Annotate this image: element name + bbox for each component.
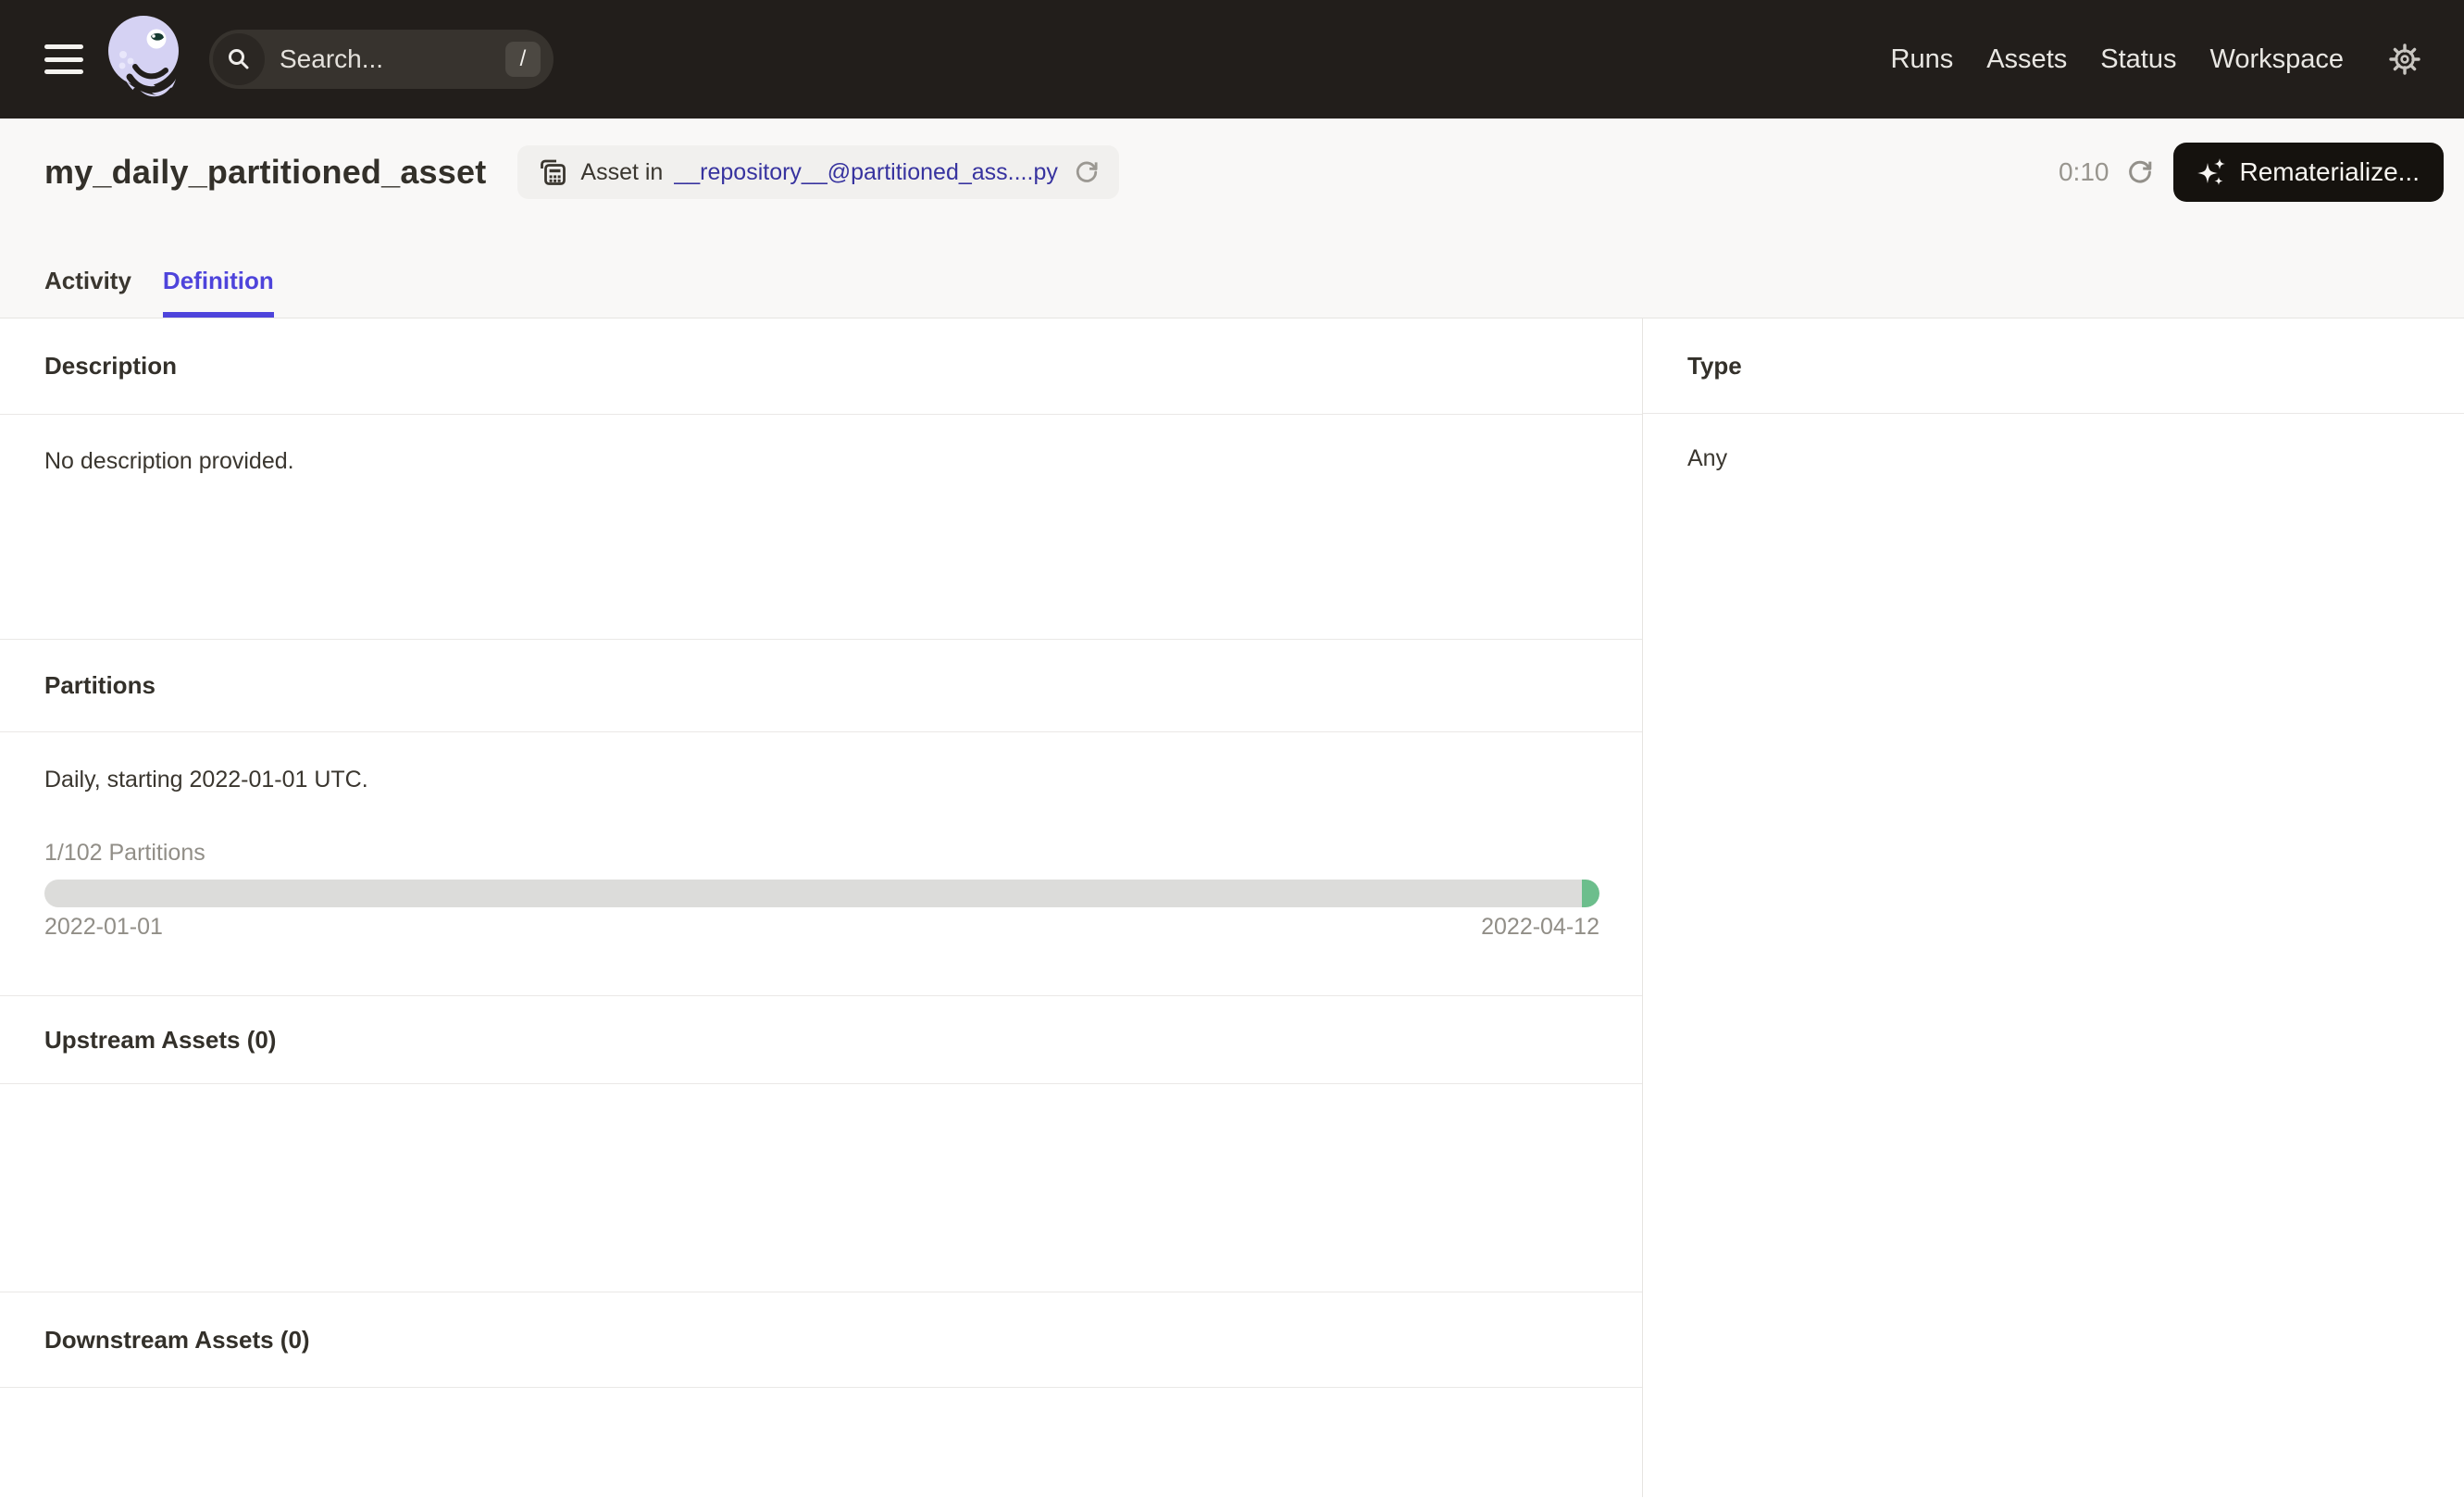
hamburger-menu-icon[interactable] [44, 44, 83, 75]
downstream-assets-body [0, 1388, 1642, 1498]
refresh-countdown: 0:10 [2059, 157, 2109, 187]
partitions-heading: Partitions [0, 640, 1642, 732]
top-navbar: / Runs Assets Status Workspace [0, 0, 2464, 119]
page-header: my_daily_partitioned_asset [0, 119, 2464, 318]
rematerialize-label: Rematerialize... [2239, 157, 2420, 187]
page-title: my_daily_partitioned_asset [44, 153, 486, 192]
sparkles-icon [2197, 157, 2227, 187]
asset-location-badge: Asset in __repository__@partitioned_ass.… [517, 145, 1118, 199]
partition-count-label: 1/102 Partitions [44, 840, 1599, 867]
asset-in-label: Asset in [580, 159, 663, 186]
reload-location-icon[interactable] [1073, 158, 1101, 186]
search-input[interactable] [280, 44, 505, 74]
definition-content: Description No description provided. Par… [0, 318, 2464, 1497]
left-column: Description No description provided. Par… [0, 318, 1643, 1497]
type-value: Any [1643, 414, 2464, 472]
rematerialize-button[interactable]: Rematerialize... [2173, 143, 2444, 202]
refresh-icon[interactable] [2125, 157, 2155, 187]
description-heading: Description [0, 318, 1642, 415]
dagster-logo-icon[interactable] [107, 14, 180, 105]
repository-icon [536, 156, 569, 189]
tab-activity[interactable]: Activity [44, 267, 131, 318]
partitions-body: Daily, starting 2022-01-01 UTC. 1/102 Pa… [0, 732, 1642, 996]
partition-range-end: 2022-04-12 [1481, 914, 1599, 941]
partition-schedule-text: Daily, starting 2022-01-01 UTC. [44, 767, 1599, 793]
partition-progress-fill [1582, 880, 1599, 907]
app-window: / Runs Assets Status Workspace [0, 0, 2464, 1498]
nav-link-runs[interactable]: Runs [1891, 44, 1954, 75]
type-heading: Type [1643, 318, 2464, 414]
nav-link-assets[interactable]: Assets [1986, 44, 2067, 75]
right-column: Type Any [1643, 318, 2464, 1497]
search-icon [213, 33, 265, 85]
tab-definition[interactable]: Definition [163, 267, 274, 318]
gear-icon[interactable] [2388, 43, 2421, 76]
slash-shortcut-key: / [505, 42, 541, 77]
search-box[interactable]: / [209, 30, 554, 89]
tab-bar: Activity Definition [44, 267, 274, 318]
nav-links: Runs Assets Status Workspace [1891, 44, 2344, 75]
upstream-assets-heading: Upstream Assets (0) [0, 996, 1642, 1084]
partition-range-start: 2022-01-01 [44, 914, 163, 941]
downstream-assets-heading: Downstream Assets (0) [0, 1292, 1642, 1388]
nav-link-workspace[interactable]: Workspace [2209, 44, 2344, 75]
description-body: No description provided. [0, 415, 1642, 640]
partition-progress-bar [44, 880, 1599, 907]
upstream-assets-body [0, 1084, 1642, 1292]
repository-file-link[interactable]: __repository__@partitioned_ass....py [674, 159, 1058, 186]
nav-link-status[interactable]: Status [2100, 44, 2176, 75]
